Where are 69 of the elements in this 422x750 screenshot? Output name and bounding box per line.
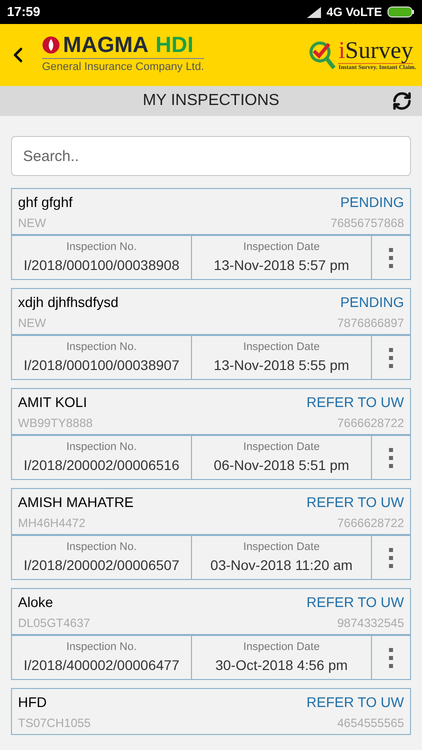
- inspection-date: 13-Nov-2018 5:55 pm: [214, 356, 350, 376]
- inspection-date: 03-Nov-2018 11:20 am: [210, 556, 353, 576]
- inspection-number: I/2018/000100/00038907: [24, 356, 180, 376]
- magnifier-check-icon: [308, 40, 336, 70]
- inspection-card[interactable]: xdjh djhfhsdfysd PENDING NEW 7876866897 Inspection No. I/2018/000100/00038907 Inspection Date 13-Nov-2018 5:55 pm: [11, 288, 411, 380]
- refresh-icon: [392, 91, 412, 111]
- inspection-card[interactable]: AMISH MAHATRE REFER TO UW MH46H4472 7666628722 Inspection No. I/2018/200002/00006507 Inspection Date 03-Nov-2018 11:20 am: [11, 488, 411, 580]
- brand-suffix: HDI: [156, 34, 194, 56]
- phone-number: 76856757868: [330, 216, 404, 231]
- more-icon: [388, 348, 394, 368]
- phone-number: 7666628722: [337, 516, 404, 531]
- inspection-number: I/2018/000100/00038908: [24, 256, 180, 276]
- inspection-date-label: Inspection Date: [243, 640, 320, 655]
- clock: 17:59: [7, 3, 40, 22]
- customer-name: xdjh djhfhsdfysd: [18, 293, 118, 312]
- inspection-number-label: Inspection No.: [66, 440, 137, 455]
- inspection-date-label: Inspection Date: [243, 540, 320, 555]
- customer-name: ghf gfghf: [18, 193, 72, 212]
- registration-number: TS07CH1055: [18, 716, 91, 731]
- inspection-number-label: Inspection No.: [66, 240, 137, 255]
- brand-name: MAGMA: [63, 34, 149, 56]
- signal-icon: [307, 6, 322, 18]
- inspection-card[interactable]: Aloke REFER TO UW DL05GT4637 9874332545 Inspection No. I/2018/400002/00006477 Inspection Date 30-Oct-2018 4:56 pm: [11, 588, 411, 680]
- customer-name: Aloke: [18, 593, 54, 612]
- inspection-number: I/2018/400002/00006477: [24, 656, 180, 676]
- status-label: PENDING: [340, 193, 404, 212]
- status-label: REFER TO UW: [306, 693, 404, 712]
- registration-number: NEW: [18, 216, 46, 231]
- customer-name: HFD: [18, 693, 47, 712]
- more-icon: [388, 648, 394, 668]
- search-field[interactable]: Search..: [11, 136, 411, 176]
- brand-logo-icon: [42, 36, 60, 54]
- inspection-number: I/2018/200002/00006516: [24, 456, 180, 476]
- inspection-date-label: Inspection Date: [243, 340, 320, 355]
- registration-number: MH46H4472: [18, 516, 86, 531]
- customer-name: AMISH MAHATRE: [18, 493, 134, 512]
- inspection-date: 06-Nov-2018 5:51 pm: [214, 456, 350, 476]
- battery-icon: [387, 6, 415, 18]
- refresh-button[interactable]: [392, 91, 412, 111]
- inspection-date: 30-Oct-2018 4:56 pm: [215, 656, 348, 676]
- inspection-number: I/2018/200002/00006507: [24, 556, 180, 576]
- inspection-date: 13-Nov-2018 5:57 pm: [214, 256, 350, 276]
- phone-number: 9874332545: [337, 616, 404, 631]
- page-title: MY INSPECTIONS: [142, 91, 280, 111]
- registration-number: NEW: [18, 316, 46, 331]
- status-label: REFER TO UW: [306, 493, 404, 512]
- status-label: REFER TO UW: [306, 393, 404, 412]
- more-icon: [388, 448, 394, 468]
- registration-number: WB99TY8888: [18, 416, 93, 431]
- inspection-number-label: Inspection No.: [66, 640, 137, 655]
- status-label: REFER TO UW: [306, 593, 404, 612]
- more-icon: [388, 248, 394, 268]
- inspection-number-label: Inspection No.: [66, 340, 137, 355]
- network-label: 4G VoLTE: [326, 4, 382, 21]
- inspection-card[interactable]: AMIT KOLI REFER TO UW WB99TY8888 7666628722 Inspection No. I/2018/200002/00006516 Inspection Date 06-Nov-2018 5:51 pm: [11, 388, 411, 480]
- more-icon: [388, 548, 394, 568]
- brand-tagline: General Insurance Company Ltd.: [42, 58, 204, 76]
- inspection-number-label: Inspection No.: [66, 540, 137, 555]
- phone-number: 4654555565: [337, 716, 404, 731]
- registration-number: DL05GT4637: [18, 616, 90, 631]
- customer-name: AMIT KOLI: [18, 393, 87, 412]
- inspection-date-label: Inspection Date: [243, 440, 320, 455]
- phone-number: 7876866897: [337, 316, 404, 331]
- status-label: PENDING: [340, 293, 404, 312]
- inspection-card[interactable]: ghf gfghf PENDING NEW 76856757868 Inspection No. I/2018/000100/00038908 Inspection Date 13-Nov-2018 5:57 pm: [11, 188, 411, 280]
- phone-number: 7666628722: [337, 416, 404, 431]
- app-name: iSurvey: [338, 39, 414, 64]
- inspection-card[interactable]: HFD REFER TO UW TS07CH1055 4654555565: [11, 688, 411, 735]
- inspection-date-label: Inspection Date: [243, 240, 320, 255]
